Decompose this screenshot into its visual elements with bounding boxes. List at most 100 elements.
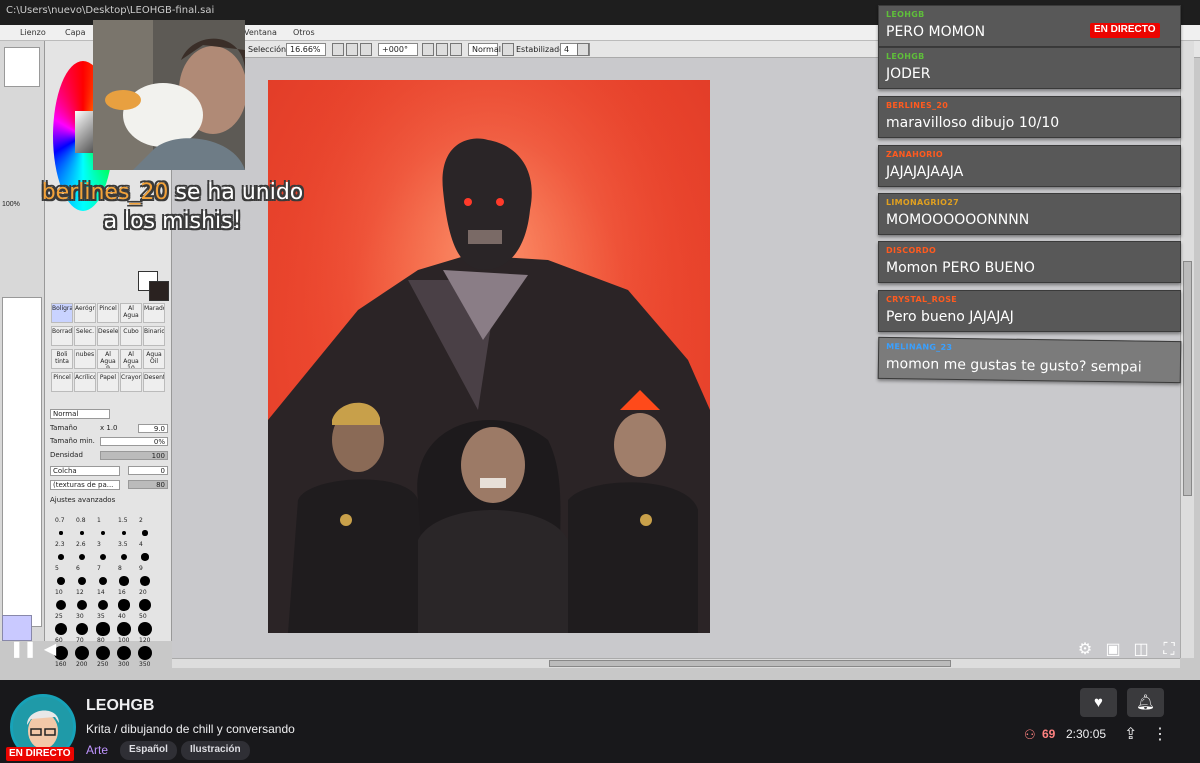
chat-text: Pero bueno JAJAJAJ [886,309,1014,325]
chat-username: DISCORDO [886,246,937,255]
brush-size-label: 20 [139,589,147,596]
chat-username: CRYSTAL_ROSE [886,295,958,304]
tool-item: Deselec. [97,326,119,346]
chat-text: JODER [886,66,931,82]
rotation-field: +000° [378,43,418,56]
stream-info-bar: EN DIRECTO LEOHGB Krita / dibujando de c… [0,680,1200,763]
texture-a-row: Colcha 0 [50,466,168,476]
follower-alert: berlines_20 se ha unido a los mishis! [30,178,315,238]
rotate-left-button [422,43,434,56]
chat-text: PERO MOMON [886,24,986,40]
chat-message: CRYSTAL_ROSE Pero bueno JAJAJAJ [878,290,1181,332]
tool-item: Aerógraf [74,303,96,323]
layer-list [2,297,42,627]
tool-item: Pincel [51,372,73,392]
brush-size-dot [120,553,128,561]
brush-size-label: 2.6 [76,541,86,548]
fullscreen-icon[interactable]: ⛶ [1157,636,1181,664]
chat-username: LEOHGB [886,10,925,19]
right-figure-head [614,413,666,477]
size-row: Tamaño x 1.0 9.0 [50,424,168,434]
texture-b-value: 80 [128,480,168,489]
more-vertical-icon[interactable]: ⋮ [1152,724,1168,744]
density-value: 100 [100,451,168,460]
webcam-overlay [93,20,245,170]
brush-size-label: 16 [118,589,126,596]
category-link[interactable]: Arte [86,743,108,757]
brush-size-dot [76,599,88,611]
tag-ilustracion[interactable]: Ilustración [181,741,250,760]
zoom-in-button [346,43,358,56]
size-label: Tamaño [50,424,78,432]
tool-item: Agua Oil [143,349,165,369]
brush-size-label: 30 [76,613,84,620]
brush-size-dot [100,530,106,536]
texture-a-value: 0 [128,466,168,475]
brush-size-dot [139,599,151,611]
navigator-panel: 100% [0,41,45,641]
tool-item: Acrílico [74,372,96,392]
advanced-row: Ajustes avanzados [50,496,168,506]
chat-text: JAJAJAJAAJA [886,164,964,180]
player-controls: ❚❚ ◀ ⚙ ▣ ◫ ⛶ [0,636,1200,666]
brush-size-dot [77,576,87,586]
channel-name[interactable]: LEOHGB [86,697,154,715]
app-title-path: C:\Users\nuevo\Desktop\LEOHGB-final.sai [6,5,215,16]
tool-item: nubes [74,349,96,369]
density-row: Densidad 100 [50,451,168,461]
texture-b-select: (texturas de pa... [50,480,120,490]
follower-text-1: se ha unido [175,180,304,205]
notify-button[interactable]: 🔔︎ [1127,688,1164,717]
brush-size-dot [56,600,66,610]
brush-size-dot [57,577,65,585]
video-player[interactable]: C:\Users\nuevo\Desktop\LEOHGB-final.sai … [0,0,1200,680]
chat-message: DISCORDO Momon PERO BUENO [878,241,1181,283]
density-label: Densidad [50,451,83,459]
chat-username: LIMONAGRIO27 [886,198,959,207]
size-value: 9.0 [138,424,168,433]
layer-opacity: 100% [2,201,20,208]
share-icon[interactable]: ⇪ [1124,724,1137,744]
tool-item: Bolígrafo [51,303,73,323]
tool-grid: BolígrafoAerógrafPincelAl AguaMaradorBor… [51,303,167,399]
chat-message: LEOHGB JODER [878,47,1181,89]
texture-b-row: (texturas de pa... 80 [50,480,168,490]
brush-blend-row: Normal [50,409,168,419]
brush-size-dot [121,530,127,536]
brush-size-dot [54,622,68,636]
volume-icon[interactable]: ◀ [38,636,62,664]
stream-uptime: 2:30:05 [1066,727,1107,741]
person-icon: ⚇ [1024,727,1036,742]
gear-icon[interactable]: ⚙ [1073,636,1097,664]
follower-text-2: a los mishis! [103,209,242,234]
tag-espanol[interactable]: Español [120,741,177,760]
stabilizer-dropdown [577,43,589,56]
clip-icon[interactable]: ▣ [1101,636,1125,664]
tool-item: Borrador [51,326,73,346]
brush-size-label: 2 [139,517,143,524]
brush-size-dot [118,599,130,611]
tool-item: Pincel [97,303,119,323]
brush-size-label: 10 [55,589,63,596]
menu-otros: Otros [293,28,315,37]
navigator-preview [4,47,40,87]
pause-icon[interactable]: ❚❚ [10,636,37,664]
tool-item: Marador [143,303,165,323]
chat-message: BERLINES_20 maravilloso dibujo 10/10 [878,96,1181,138]
brush-size-label: 25 [55,613,63,620]
brush-size-label: 40 [118,613,126,620]
brush-size-label: 8 [118,565,122,572]
chat-text: MOMOOOOOONNNN [886,212,1030,228]
brush-size-label: 14 [97,589,105,596]
selection-label: Selección [248,45,287,54]
theatre-mode-icon[interactable]: ◫ [1129,636,1153,664]
follow-button[interactable]: ♥ [1080,688,1117,717]
brush-size-label: 1.5 [118,517,128,524]
advanced-label: Ajustes avanzados [50,496,116,504]
brush-size-label: 0.7 [55,517,65,524]
tool-item: Papel [97,372,119,392]
brush-size-dot [99,553,107,561]
stream-title: Krita / dibujando de chill y conversando [86,722,295,736]
brush-size-dot [80,531,84,535]
chat-username: LEOHGB [886,52,925,61]
